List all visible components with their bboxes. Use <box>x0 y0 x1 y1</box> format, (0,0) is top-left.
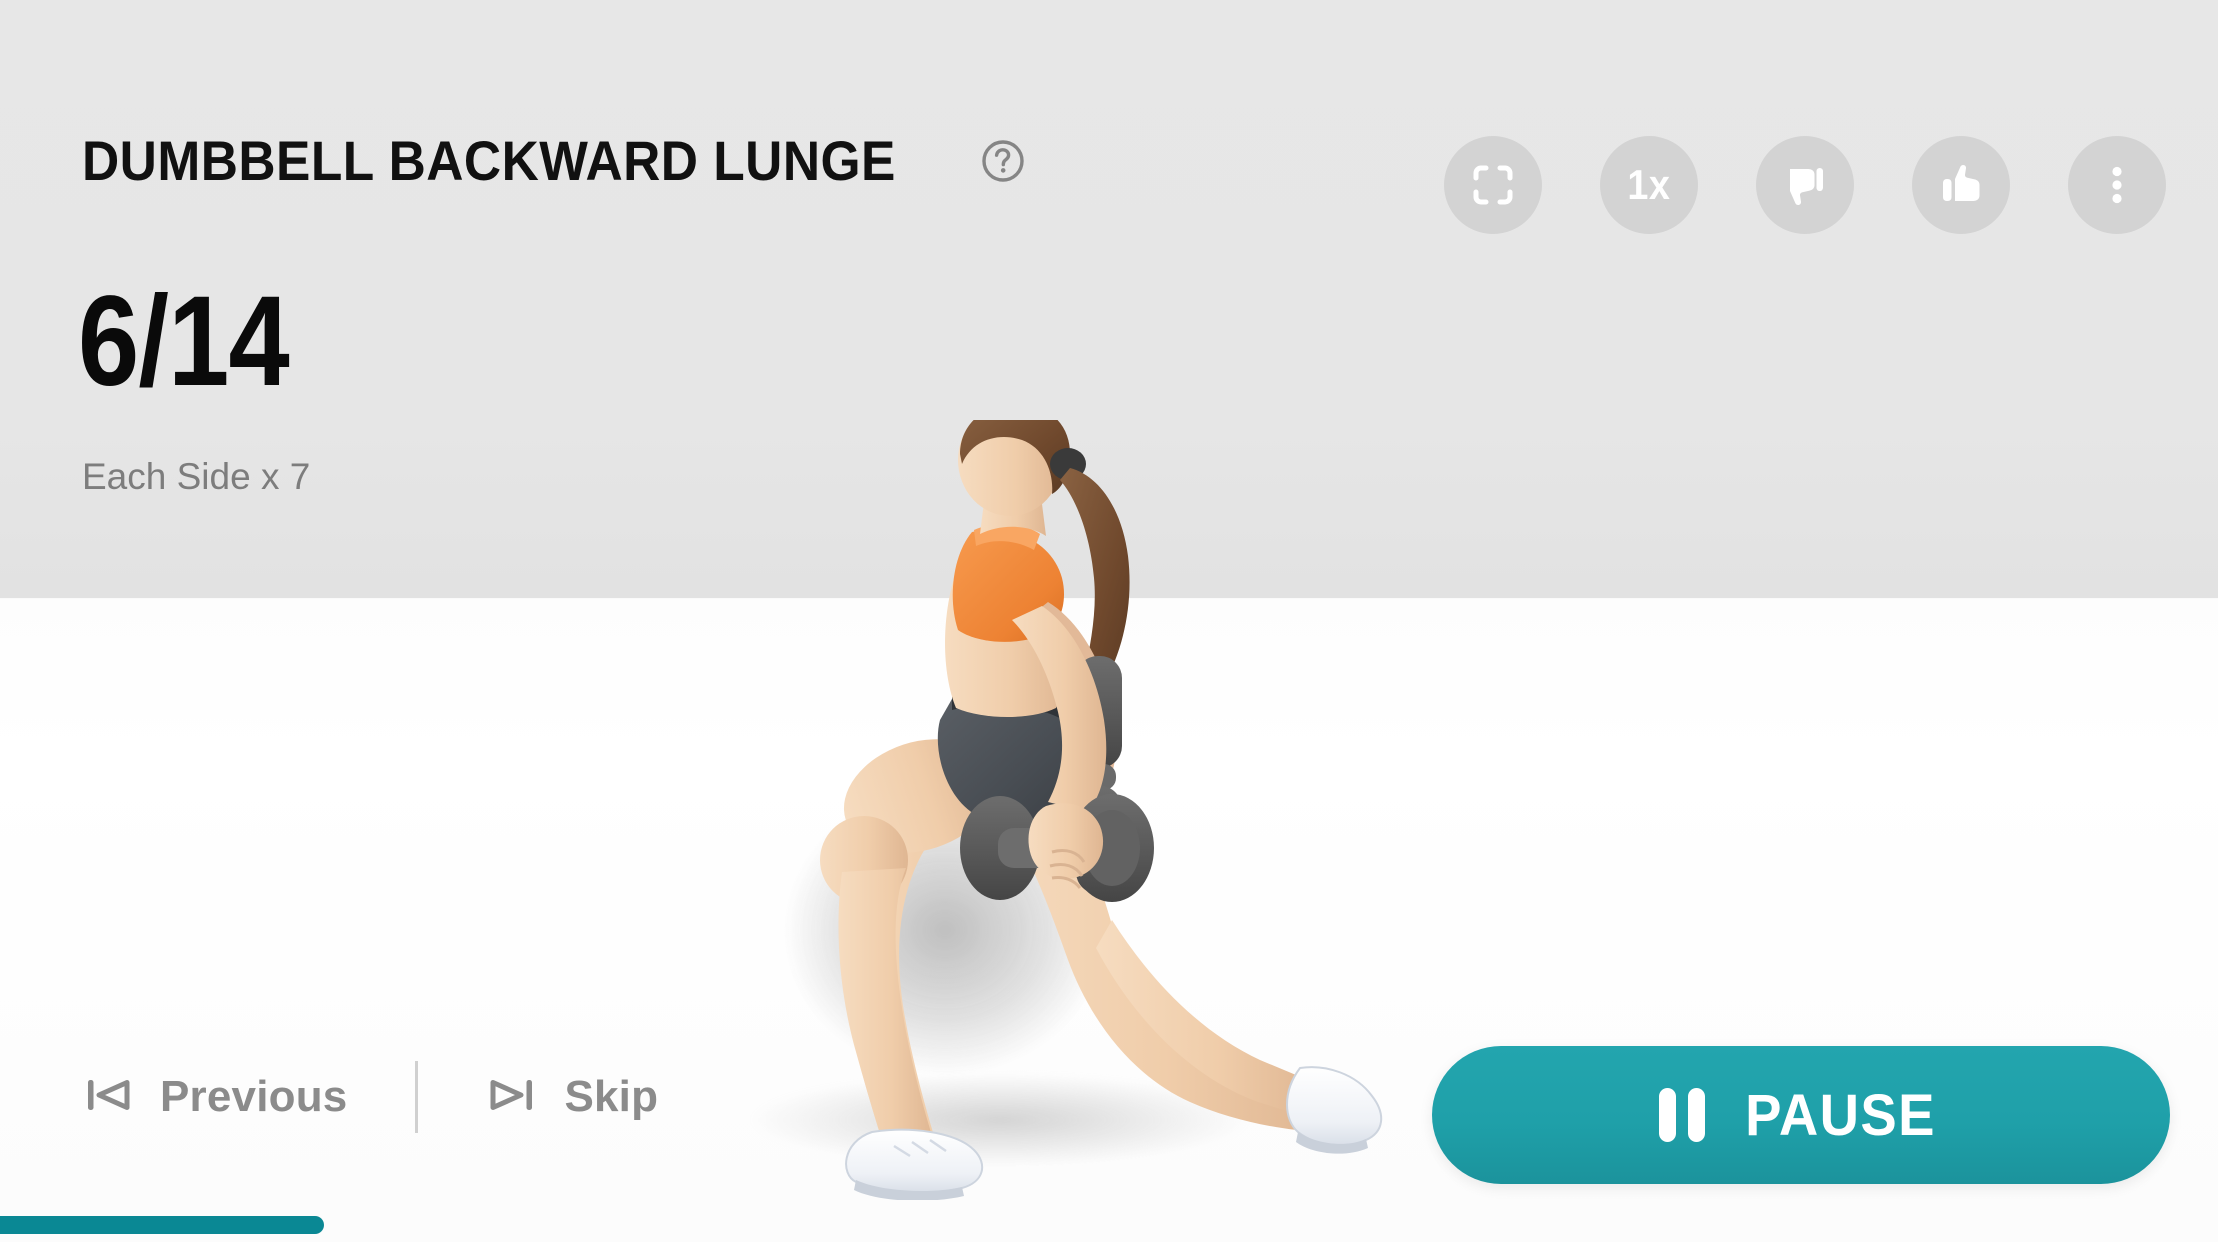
front-shoe <box>845 1128 984 1194</box>
speed-label: 1x <box>1627 161 1671 208</box>
controls-divider <box>415 1060 419 1133</box>
pause-label: PAUSE <box>1745 1082 1937 1148</box>
rep-counter: 6/14 <box>78 270 290 413</box>
question-circle-icon[interactable] <box>981 139 1025 183</box>
front-shin <box>838 868 934 1146</box>
athlete-figure-illustration <box>820 420 1382 1200</box>
hand <box>1028 803 1104 880</box>
player-toolbar: 1x <box>1444 136 2166 234</box>
speed-button[interactable]: 1x <box>1600 136 1698 234</box>
fullscreen-button[interactable] <box>1444 136 1542 234</box>
rep-detail-label: Each Side x 7 <box>82 456 311 497</box>
rear-shoe <box>1286 1066 1382 1147</box>
workout-player-screen: DUMBBELL BACKWARD LUNGE 6/14 Each Side x… <box>0 0 2218 1242</box>
thumbs-down-icon <box>1782 162 1828 208</box>
exercise-title-row: DUMBBELL BACKWARD LUNGE <box>82 128 1025 193</box>
pause-button[interactable]: PAUSE <box>1432 1046 2170 1184</box>
fullscreen-frame-icon <box>1470 162 1516 208</box>
thumbs-up-icon <box>1938 162 1984 208</box>
previous-label: Previous <box>160 1071 348 1121</box>
skip-button[interactable]: Skip <box>482 1059 662 1134</box>
three-dot-menu-icon <box>2094 162 2140 208</box>
exercise-animation <box>680 420 1460 1200</box>
thumbs-down-button[interactable] <box>1756 136 1854 234</box>
skip-back-icon <box>82 1069 134 1124</box>
navigation-group: Previous Skip <box>78 1059 662 1134</box>
thumbs-up-button[interactable] <box>1912 136 2010 234</box>
skip-label: Skip <box>564 1071 659 1121</box>
pause-icon <box>1659 1088 1706 1142</box>
exercise-title: DUMBBELL BACKWARD LUNGE <box>82 129 896 192</box>
skip-forward-icon <box>486 1069 538 1124</box>
more-options-button[interactable] <box>2068 136 2166 234</box>
previous-button[interactable]: Previous <box>78 1059 351 1134</box>
